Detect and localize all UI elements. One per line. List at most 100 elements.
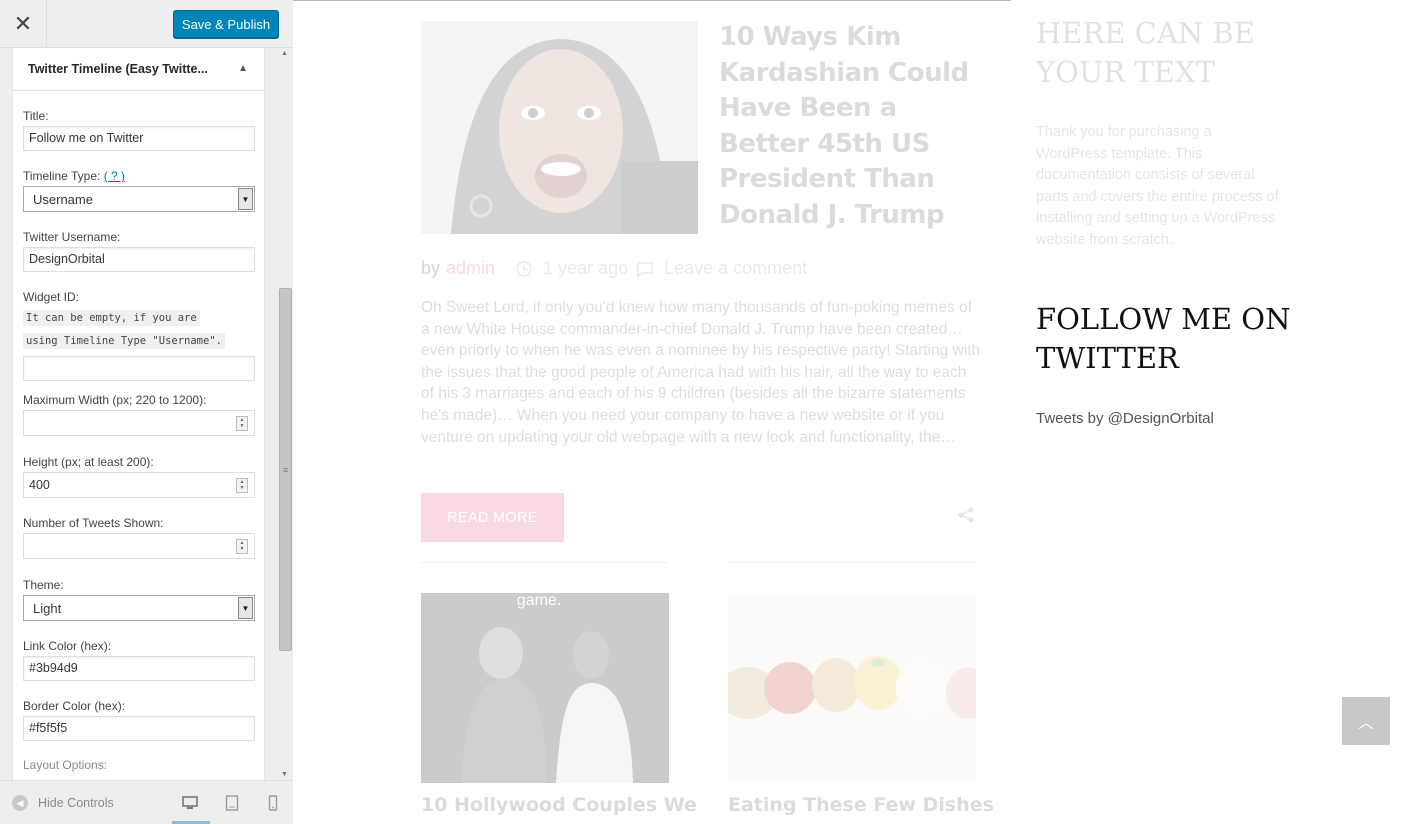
customizer-panel: ✕ Save & Publish Twitter Timeline (Easy … bbox=[0, 0, 293, 824]
timeline-type-field-group: Timeline Type: ( ? ) Username ▼ bbox=[23, 169, 255, 212]
max-width-field-group: Maximum Width (px; 220 to 1200): ▲ ▼ bbox=[23, 393, 255, 436]
donuts-photo-illustration bbox=[728, 593, 976, 783]
twitter-widget-heading: FOLLOW ME ON TWITTER bbox=[1036, 302, 1291, 375]
theme-label: Theme: bbox=[23, 578, 64, 592]
username-label: Twitter Username: bbox=[23, 230, 121, 244]
layout-options-label: Layout Options: bbox=[23, 758, 108, 772]
spinner-icon[interactable]: ▲ ▼ bbox=[236, 539, 248, 554]
tweets-by-link[interactable]: Tweets by @DesignOrbital bbox=[1036, 410, 1214, 427]
height-field-group: Height (px; at least 200): 400 ▲ ▼ bbox=[23, 455, 255, 498]
card-divider bbox=[421, 562, 668, 563]
tweets-shown-label: Number of Tweets Shown: bbox=[23, 516, 164, 530]
username-field-group: Twitter Username: DesignOrbital bbox=[23, 230, 255, 272]
dropdown-arrow-icon: ▼ bbox=[238, 188, 253, 210]
mobile-icon bbox=[268, 795, 278, 811]
border-color-label: Border Color (hex): bbox=[23, 699, 126, 713]
card1-image-text: game. bbox=[517, 593, 561, 609]
link-color-field-group: Link Color (hex): #3b94d9 bbox=[23, 639, 255, 681]
timeline-type-select[interactable]: Username ▼ bbox=[23, 186, 255, 212]
card-title[interactable]: 10 Hollywood Couples We bbox=[421, 794, 697, 816]
border-color-input[interactable]: #f5f5f5 bbox=[23, 716, 255, 741]
timeline-type-label: Timeline Type: bbox=[23, 169, 101, 183]
theme-value: Light bbox=[33, 601, 62, 616]
widget-panel: Twitter Timeline (Easy Twitte... ▲ Title… bbox=[12, 48, 265, 780]
site-preview[interactable]: 10 Ways Kim Kardashian Could Have Been a… bbox=[293, 0, 1411, 824]
scrollbar-thumb[interactable]: ≡ bbox=[279, 288, 292, 651]
mobile-preview-button[interactable] bbox=[265, 795, 281, 811]
link-color-label: Link Color (hex): bbox=[23, 639, 112, 653]
post-excerpt: Oh Sweet Lord, if only you'd knew how ma… bbox=[421, 299, 981, 446]
dropdown-arrow-icon: ▼ bbox=[238, 597, 253, 619]
hide-controls-button[interactable]: ◀ Hide Controls bbox=[12, 795, 114, 811]
meta-author-link[interactable]: admin bbox=[446, 258, 495, 279]
sidebar-text: Thank you for purchasing a WordPress tem… bbox=[1036, 124, 1279, 248]
widget-id-input[interactable] bbox=[23, 356, 255, 381]
username-input[interactable]: DesignOrbital bbox=[23, 247, 255, 272]
tweets-shown-field-group: Number of Tweets Shown: ▲ ▼ bbox=[23, 516, 255, 559]
widget-id-label: Widget ID: bbox=[23, 290, 80, 304]
featured-post-image[interactable] bbox=[421, 21, 698, 234]
close-customizer-button[interactable]: ✕ bbox=[0, 0, 47, 48]
max-width-input[interactable]: ▲ ▼ bbox=[23, 410, 255, 436]
meta-comment-link[interactable]: Leave a comment bbox=[664, 258, 807, 279]
title-field-group: Title: Follow me on Twitter bbox=[23, 109, 255, 151]
portrait-illustration bbox=[421, 21, 698, 234]
layout-options-field-group: Layout Options: bbox=[23, 758, 255, 775]
read-more-button[interactable]: READ MORE bbox=[421, 493, 564, 542]
height-label: Height (px; at least 200): bbox=[23, 455, 154, 469]
spinner-icon[interactable]: ▲ ▼ bbox=[236, 478, 248, 493]
meta-by: by bbox=[421, 258, 441, 278]
comment-icon bbox=[637, 261, 653, 278]
height-input[interactable]: 400 ▲ ▼ bbox=[23, 472, 255, 498]
timeline-type-label-row: Timeline Type: ( ? ) bbox=[23, 169, 255, 183]
customizer-scroll-area[interactable]: Twitter Timeline (Easy Twitte... ▲ Title… bbox=[0, 48, 293, 780]
desktop-preview-button[interactable] bbox=[182, 795, 198, 811]
title-label: Title: bbox=[23, 109, 49, 123]
grip-icon: ≡ bbox=[282, 464, 289, 475]
border-color-field-group: Border Color (hex): #f5f5f5 bbox=[23, 699, 255, 741]
customizer-footer: ◀ Hide Controls bbox=[0, 780, 293, 824]
widget-header[interactable]: Twitter Timeline (Easy Twitte... ▲ bbox=[13, 48, 264, 91]
customizer-header: ✕ Save & Publish bbox=[0, 0, 293, 48]
hide-controls-label: Hide Controls bbox=[38, 796, 114, 810]
widget-id-note: It can be empty, if you are using Timeli… bbox=[23, 307, 255, 353]
top-divider bbox=[293, 0, 1011, 1]
tweets-shown-input[interactable]: ▲ ▼ bbox=[23, 533, 255, 559]
post-title[interactable]: 10 Ways Kim Kardashian Could Have Been a… bbox=[719, 20, 981, 233]
timeline-type-help-link[interactable]: ( ? ) bbox=[104, 169, 125, 183]
share-icon[interactable] bbox=[957, 506, 975, 529]
title-input[interactable]: Follow me on Twitter bbox=[23, 126, 255, 151]
scroll-up-arrow-icon[interactable]: ▲ bbox=[281, 50, 288, 57]
card-image-couples[interactable]: game. bbox=[421, 593, 669, 783]
tablet-preview-button[interactable] bbox=[224, 795, 240, 811]
tablet-icon bbox=[225, 795, 239, 811]
chevron-up-icon: ︿ bbox=[1357, 715, 1374, 732]
scroll-down-arrow-icon[interactable]: ▼ bbox=[281, 771, 288, 778]
meta-time: 1 year ago bbox=[543, 258, 629, 278]
link-color-input[interactable]: #3b94d9 bbox=[23, 656, 255, 681]
spinner-icon[interactable]: ▲ ▼ bbox=[236, 416, 248, 431]
card-image-dishes[interactable] bbox=[728, 593, 976, 783]
theme-select[interactable]: Light ▼ bbox=[23, 595, 255, 621]
height-value: 400 bbox=[29, 478, 50, 492]
widget-id-note-line2: using Timeline Type "Username". bbox=[23, 333, 225, 349]
save-publish-button[interactable]: Save & Publish bbox=[173, 10, 279, 38]
collapse-arrow-icon[interactable]: ▲ bbox=[238, 63, 248, 74]
close-icon: ✕ bbox=[13, 11, 33, 37]
post-meta: by admin 1 year ago Leave a comment bbox=[421, 258, 807, 279]
sidebar-heading: HERE CAN BE YOUR TEXT bbox=[1036, 16, 1255, 89]
timeline-type-value: Username bbox=[33, 192, 93, 207]
theme-field-group: Theme: Light ▼ bbox=[23, 578, 255, 621]
collapse-left-icon: ◀ bbox=[12, 795, 28, 811]
widget-id-field-group: Widget ID: It can be empty, if you are u… bbox=[23, 290, 255, 381]
widget-title: Twitter Timeline (Easy Twitte... bbox=[28, 62, 208, 76]
customizer-scrollbar[interactable]: ▲ ≡ ▼ bbox=[278, 48, 293, 780]
max-width-label: Maximum Width (px; 220 to 1200): bbox=[23, 393, 207, 407]
back-to-top-button[interactable]: ︿ bbox=[1342, 697, 1390, 745]
widget-id-note-line1: It can be empty, if you are bbox=[23, 310, 200, 326]
card-divider bbox=[728, 562, 976, 563]
couple-photo-illustration: game. bbox=[421, 593, 669, 783]
clock-icon bbox=[516, 260, 532, 277]
share-glyph bbox=[958, 507, 974, 523]
card-title[interactable]: Eating These Few Dishes bbox=[728, 794, 994, 816]
